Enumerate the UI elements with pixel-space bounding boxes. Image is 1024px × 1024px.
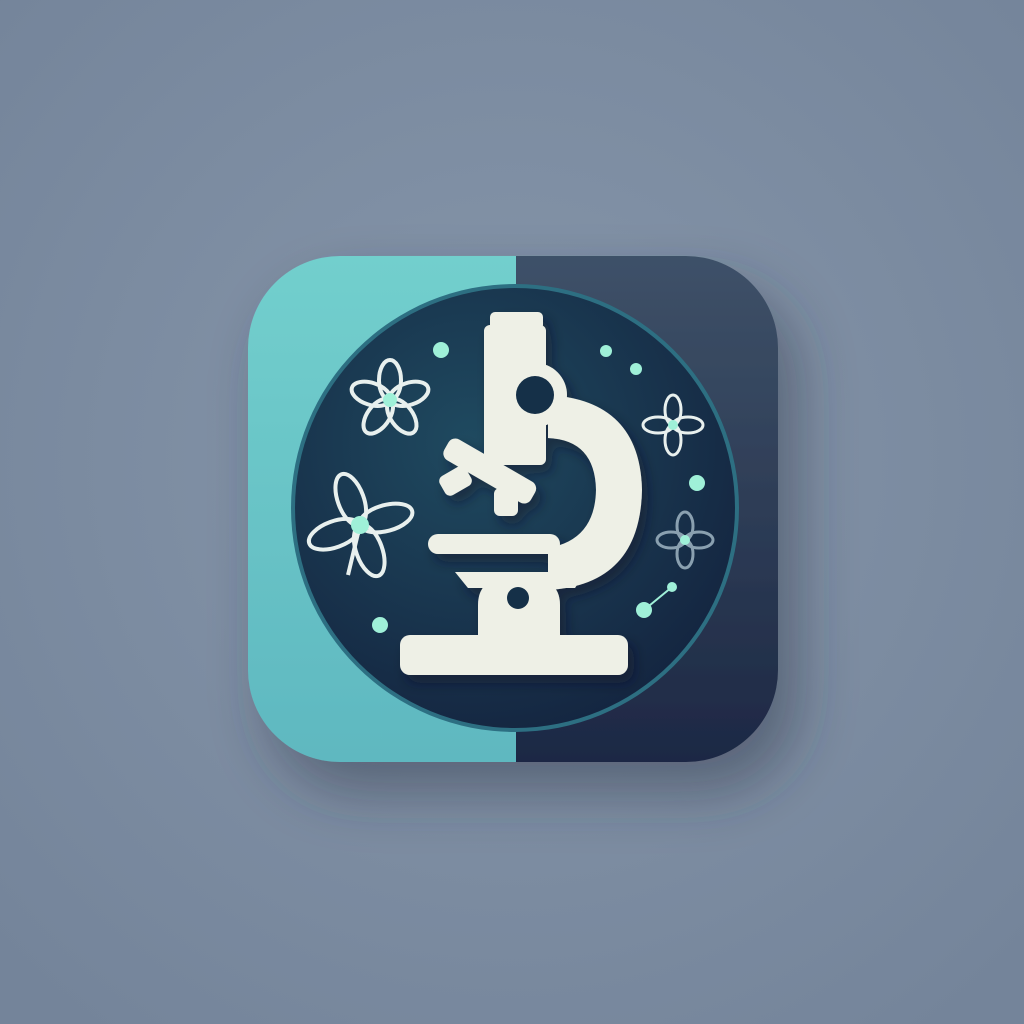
app-icon-canvas	[0, 0, 1024, 1024]
microscope-eyepiece-lens	[516, 376, 554, 414]
microscope-base-hole	[507, 587, 529, 609]
